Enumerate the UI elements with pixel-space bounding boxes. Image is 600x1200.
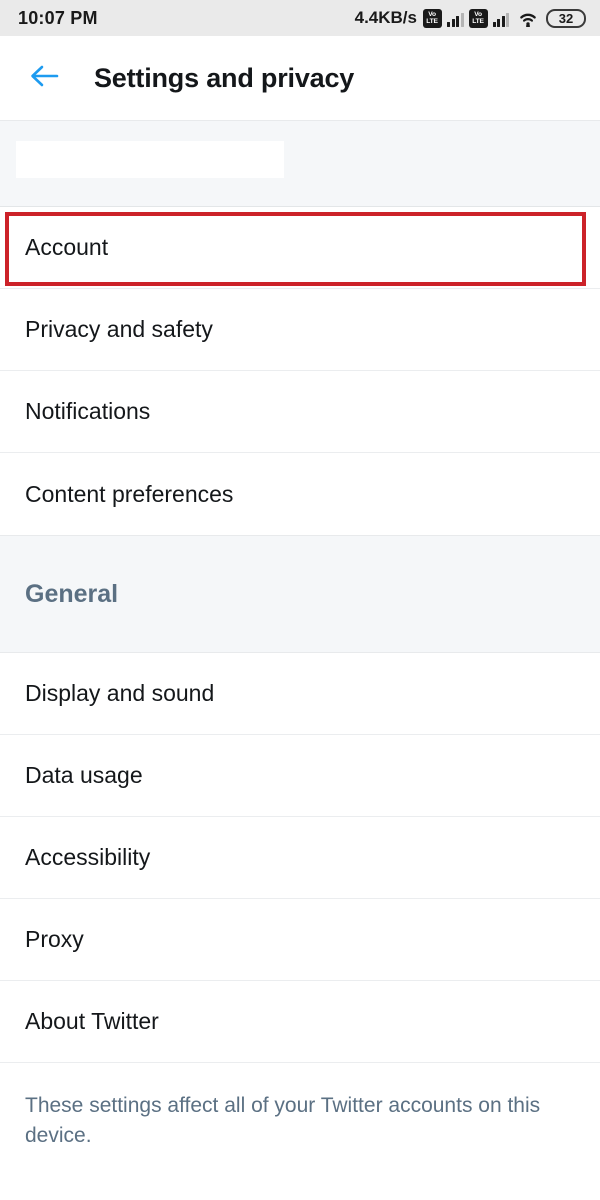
list-item-label: Content preferences xyxy=(25,480,234,507)
wifi-icon xyxy=(517,9,539,27)
status-icons-group: 4.4KB/s Vo LTE Vo LTE 32 xyxy=(355,8,586,28)
list-item-label: Proxy xyxy=(25,926,84,952)
signal-bars-icon-sim1 xyxy=(447,10,464,27)
sidebar-item-privacy-and-safety[interactable]: Privacy and safety xyxy=(0,289,600,371)
volte-icon-sim2: Vo LTE xyxy=(468,8,488,28)
status-bar: 10:07 PM 4.4KB/s Vo LTE Vo LTE 32 xyxy=(0,0,600,36)
footer-note-text: These settings affect all of your Twitte… xyxy=(25,1094,541,1147)
volte-label-top: Vo xyxy=(428,11,437,18)
section-header-label: General xyxy=(25,579,119,608)
list-item-label: Account xyxy=(25,234,109,260)
list-item-label: Accessibility xyxy=(25,844,151,870)
sidebar-item-data-usage[interactable]: Data usage xyxy=(0,735,600,817)
account-settings-group: Account Privacy and safety Notifications… xyxy=(0,207,600,535)
back-arrow-icon xyxy=(28,62,62,95)
list-item-label: About Twitter xyxy=(25,1008,159,1034)
list-item-label: Data usage xyxy=(25,762,143,788)
status-clock: 10:07 PM xyxy=(18,7,98,28)
list-item-label: Notifications xyxy=(25,398,151,424)
back-button[interactable] xyxy=(22,55,68,101)
sidebar-item-content-preferences[interactable]: Content preferences xyxy=(0,453,600,535)
volte-label-top-2: Vo xyxy=(474,11,482,18)
app-header: Settings and privacy xyxy=(0,36,600,121)
sidebar-item-display-and-sound[interactable]: Display and sound xyxy=(0,653,600,735)
sidebar-item-accessibility[interactable]: Accessibility xyxy=(0,817,600,899)
sidebar-item-about-twitter[interactable]: About Twitter xyxy=(0,981,600,1063)
account-banner xyxy=(0,121,600,207)
page-title: Settings and privacy xyxy=(94,62,355,93)
battery-level-text: 32 xyxy=(558,10,574,26)
general-settings-group: Display and sound Data usage Accessibili… xyxy=(0,653,600,1063)
sidebar-item-account[interactable]: Account xyxy=(0,207,600,289)
volte-label-bottom: LTE xyxy=(426,18,439,25)
footer-note: These settings affect all of your Twitte… xyxy=(0,1063,600,1151)
sidebar-item-notifications[interactable]: Notifications xyxy=(0,371,600,453)
battery-icon: 32 xyxy=(546,8,586,28)
list-item-label: Privacy and safety xyxy=(25,316,213,342)
redacted-account-name xyxy=(16,141,284,178)
volte-icon-sim1: Vo LTE xyxy=(423,8,442,28)
section-header-general: General xyxy=(0,535,600,653)
volte-label-bottom-2: LTE xyxy=(472,18,484,25)
signal-bars-icon-sim2 xyxy=(492,10,509,27)
network-speed-text: 4.4KB/s xyxy=(354,8,417,27)
sidebar-item-proxy[interactable]: Proxy xyxy=(0,899,600,981)
list-item-label: Display and sound xyxy=(25,680,215,706)
highlighted-row-wrapper: Account xyxy=(0,207,600,289)
